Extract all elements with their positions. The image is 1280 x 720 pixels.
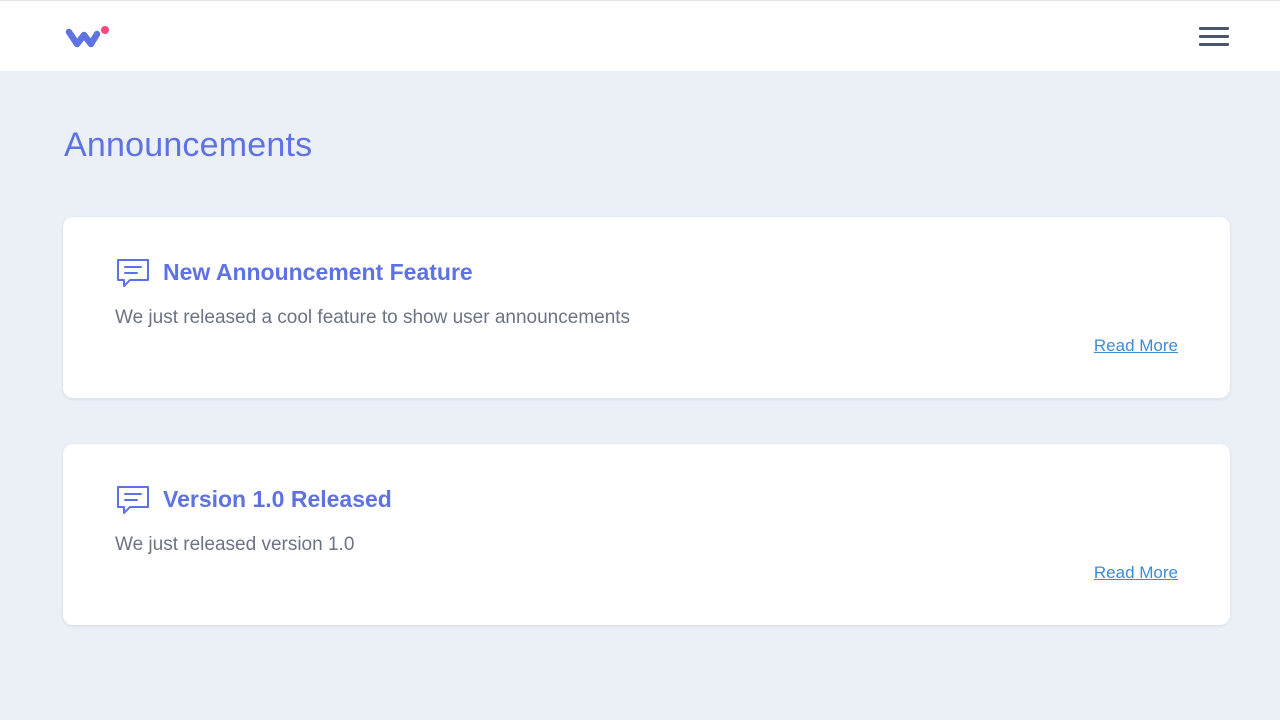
top-navbar <box>0 0 1280 71</box>
announcement-card: Version 1.0 Released We just released ve… <box>63 444 1230 625</box>
announcement-card: New Announcement Feature We just release… <box>63 217 1230 398</box>
message-icon <box>115 257 151 291</box>
message-icon <box>115 484 151 518</box>
read-more-link[interactable]: Read More <box>1094 336 1178 356</box>
announcement-title: New Announcement Feature <box>163 259 473 285</box>
announcement-body: We just released version 1.0 <box>115 534 355 555</box>
hamburger-menu-icon[interactable] <box>1196 23 1232 53</box>
page-title: Announcements <box>64 126 313 164</box>
read-more-link[interactable]: Read More <box>1094 563 1178 583</box>
announcement-title: Version 1.0 Released <box>163 486 392 512</box>
brand-logo-icon[interactable] <box>64 23 112 53</box>
announcement-body: We just released a cool feature to show … <box>115 307 631 328</box>
